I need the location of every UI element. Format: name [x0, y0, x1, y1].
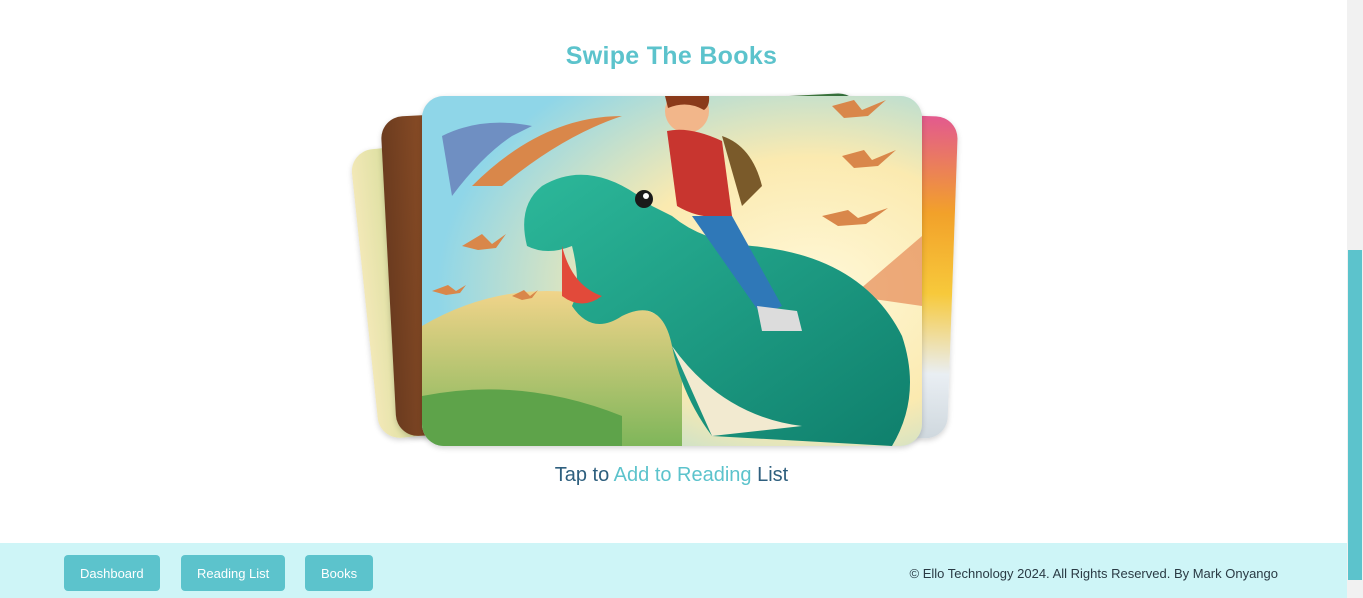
add-to-reading-list-hint: Tap to Add to Reading List: [0, 464, 1343, 487]
book-swipe-deck[interactable]: [349, 90, 970, 460]
book-card-front[interactable]: [422, 96, 922, 446]
scrollbar[interactable]: [1347, 0, 1363, 598]
books-button[interactable]: Books: [305, 555, 374, 591]
book-cover-illustration: [422, 96, 922, 446]
dashboard-button[interactable]: Dashboard: [64, 555, 160, 591]
reading-list-button[interactable]: Reading List: [181, 555, 286, 591]
copyright-text: © Ello Technology 2024. All Rights Reser…: [909, 566, 1278, 581]
main-content: Swipe The Books Tap to Add to Reading Li…: [0, 0, 1347, 543]
caption-suffix: List: [751, 464, 789, 486]
section-title: Swipe The Books: [565, 42, 778, 70]
scrollbar-thumb[interactable]: [1348, 250, 1362, 580]
add-to-reading-list-link[interactable]: Add to Reading: [614, 464, 752, 486]
footer: Dashboard Reading List Books © Ello Tech…: [0, 543, 1347, 598]
caption-prefix: Tap to: [554, 464, 614, 486]
